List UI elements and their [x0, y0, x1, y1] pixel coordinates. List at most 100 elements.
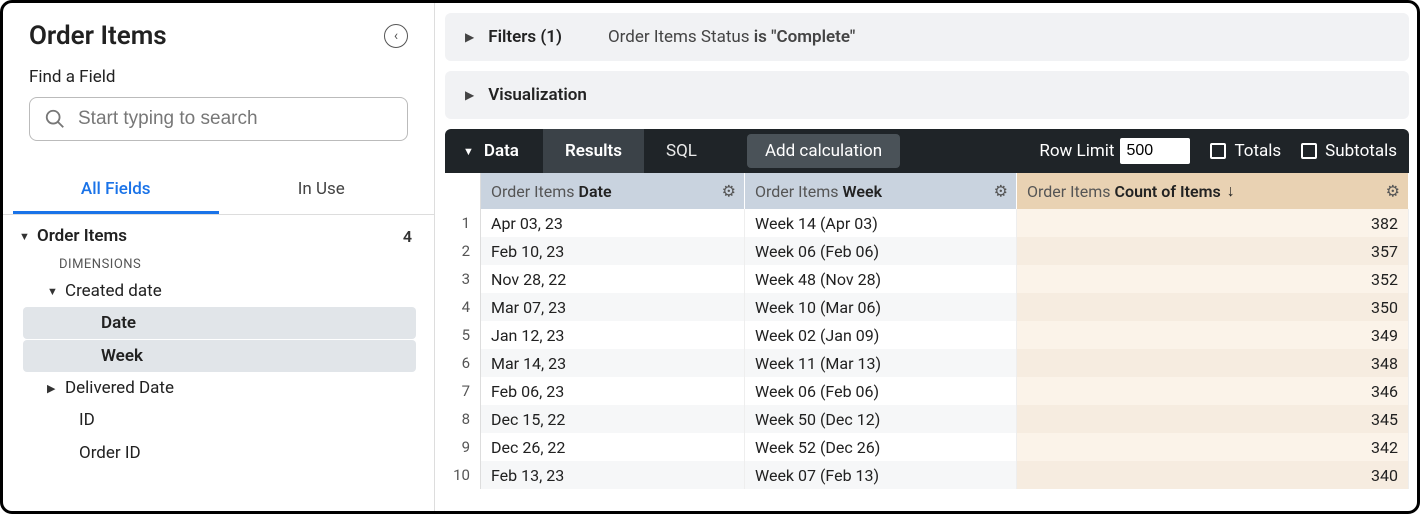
row-limit-label: Row Limit	[1039, 141, 1114, 161]
col-prefix: Order Items	[491, 182, 575, 201]
cell-week[interactable]: Week 02 (Jan 09)	[745, 321, 1017, 349]
filter-summary-prefix: Order Items Status	[608, 27, 754, 47]
cell-count[interactable]: 357	[1017, 237, 1409, 265]
tree-view-order-items[interactable]: ▼ Order Items 4	[15, 221, 424, 251]
subtotals-checkbox[interactable]: Subtotals	[1301, 141, 1397, 161]
cell-count[interactable]: 350	[1017, 293, 1409, 321]
table-header: Order Items Date ⚙ Order Items Week ⚙ Or…	[445, 173, 1409, 209]
table-row: 3Nov 28, 22Week 48 (Nov 28)352	[445, 265, 1409, 293]
caret-right-icon: ▶	[47, 382, 65, 395]
add-calculation-button[interactable]: Add calculation	[747, 134, 900, 168]
cell-count[interactable]: 348	[1017, 349, 1409, 377]
col-name: Date	[579, 182, 612, 201]
table-row: 1Apr 03, 23Week 14 (Apr 03)382	[445, 209, 1409, 237]
cell-date[interactable]: Feb 06, 23	[481, 377, 745, 405]
tab-results[interactable]: Results	[543, 129, 644, 173]
cell-date[interactable]: Nov 28, 22	[481, 265, 745, 293]
gear-icon[interactable]: ⚙	[722, 182, 736, 201]
table-row: 6Mar 14, 23Week 11 (Mar 13)348	[445, 349, 1409, 377]
col-order-items-date[interactable]: Order Items Date ⚙	[481, 173, 745, 209]
col-count-of-items[interactable]: Order Items Count of Items ↓ ⚙	[1017, 173, 1409, 209]
totals-checkbox[interactable]: Totals	[1210, 141, 1281, 161]
cell-week[interactable]: Week 14 (Apr 03)	[745, 209, 1017, 237]
caret-right-icon: ▶	[465, 30, 474, 44]
table-row: 2Feb 10, 23Week 06 (Feb 06)357	[445, 237, 1409, 265]
cell-count[interactable]: 340	[1017, 461, 1409, 489]
cell-date[interactable]: Feb 13, 23	[481, 461, 745, 489]
checkbox-icon	[1301, 143, 1317, 159]
gear-icon[interactable]: ⚙	[1386, 182, 1400, 201]
cell-rownum: 9	[445, 433, 481, 461]
tab-in-use[interactable]: In Use	[219, 165, 425, 214]
cell-week[interactable]: Week 10 (Mar 06)	[745, 293, 1017, 321]
cell-date[interactable]: Jan 12, 23	[481, 321, 745, 349]
table-row: 4Mar 07, 23Week 10 (Mar 06)350	[445, 293, 1409, 321]
filter-summary: Order Items Status is "Complete"	[608, 27, 855, 47]
visualization-bar-title: Visualization	[488, 85, 587, 105]
data-section-toggle[interactable]: ▼ Data	[463, 141, 519, 161]
cell-count[interactable]: 345	[1017, 405, 1409, 433]
collapse-sidebar-button[interactable]: ‹	[384, 24, 408, 48]
cell-rownum: 2	[445, 237, 481, 265]
checkbox-icon	[1210, 143, 1226, 159]
tree-dim-created-date[interactable]: ▼ Created date	[15, 276, 424, 306]
search-icon	[44, 108, 66, 130]
cell-rownum: 6	[445, 349, 481, 377]
cell-date[interactable]: Dec 26, 22	[481, 433, 745, 461]
search-input[interactable]	[78, 108, 393, 130]
cell-count[interactable]: 342	[1017, 433, 1409, 461]
cell-count[interactable]: 382	[1017, 209, 1409, 237]
explore-main: ▶ Filters (1) Order Items Status is "Com…	[435, 3, 1417, 511]
cell-date[interactable]: Mar 07, 23	[481, 293, 745, 321]
data-section-label: Data	[484, 141, 519, 161]
row-limit-input[interactable]	[1120, 138, 1190, 164]
tree-leaf-date[interactable]: Date	[23, 307, 416, 339]
subtotals-label: Subtotals	[1325, 141, 1397, 161]
cell-date[interactable]: Mar 14, 23	[481, 349, 745, 377]
cell-week[interactable]: Week 07 (Feb 13)	[745, 461, 1017, 489]
cell-date[interactable]: Apr 03, 23	[481, 209, 745, 237]
cell-week[interactable]: Week 06 (Feb 06)	[745, 237, 1017, 265]
filters-bar-title: Filters (1)	[488, 27, 562, 47]
visualization-bar[interactable]: ▶ Visualization	[445, 71, 1409, 119]
cell-rownum: 4	[445, 293, 481, 321]
filters-bar[interactable]: ▶ Filters (1) Order Items Status is "Com…	[445, 13, 1409, 61]
tree-dim-id[interactable]: ID	[23, 404, 416, 436]
search-field-wrapper[interactable]	[29, 97, 408, 141]
table-row: 9Dec 26, 22Week 52 (Dec 26)342	[445, 433, 1409, 461]
cell-date[interactable]: Feb 10, 23	[481, 237, 745, 265]
cell-week[interactable]: Week 11 (Mar 13)	[745, 349, 1017, 377]
gear-icon[interactable]: ⚙	[994, 182, 1008, 201]
data-bar: ▼ Data Results SQL Add calculation Row L…	[445, 129, 1409, 173]
tree-dim-order-id[interactable]: Order ID	[23, 437, 416, 469]
chevron-left-icon: ‹	[394, 28, 398, 44]
cell-week[interactable]: Week 06 (Feb 06)	[745, 377, 1017, 405]
tree-dim-delivered-date[interactable]: ▶ Delivered Date	[15, 373, 424, 403]
caret-right-icon: ▶	[465, 88, 474, 102]
totals-label: Totals	[1234, 141, 1281, 161]
table-row: 10Feb 13, 23Week 07 (Feb 13)340	[445, 461, 1409, 489]
cell-rownum: 5	[445, 321, 481, 349]
cell-rownum: 1	[445, 209, 481, 237]
table-row: 7Feb 06, 23Week 06 (Feb 06)346	[445, 377, 1409, 405]
cell-rownum: 8	[445, 405, 481, 433]
col-rownum	[445, 173, 481, 209]
tab-sql[interactable]: SQL	[644, 129, 719, 173]
caret-down-icon: ▼	[47, 285, 65, 298]
find-field-label: Find a Field	[3, 59, 434, 91]
col-prefix: Order Items	[1027, 182, 1111, 201]
cell-week[interactable]: Week 50 (Dec 12)	[745, 405, 1017, 433]
cell-count[interactable]: 352	[1017, 265, 1409, 293]
tree-dim-label: Delivered Date	[65, 378, 174, 398]
tree-leaf-week[interactable]: Week	[23, 340, 416, 372]
cell-week[interactable]: Week 52 (Dec 26)	[745, 433, 1017, 461]
tab-all-fields[interactable]: All Fields	[13, 165, 219, 214]
sidebar-title: Order Items	[29, 21, 167, 51]
caret-down-icon: ▼	[19, 230, 37, 243]
cell-date[interactable]: Dec 15, 22	[481, 405, 745, 433]
cell-week[interactable]: Week 48 (Nov 28)	[745, 265, 1017, 293]
cell-count[interactable]: 349	[1017, 321, 1409, 349]
col-order-items-week[interactable]: Order Items Week ⚙	[745, 173, 1017, 209]
cell-count[interactable]: 346	[1017, 377, 1409, 405]
results-table: Order Items Date ⚙ Order Items Week ⚙ Or…	[445, 173, 1409, 511]
